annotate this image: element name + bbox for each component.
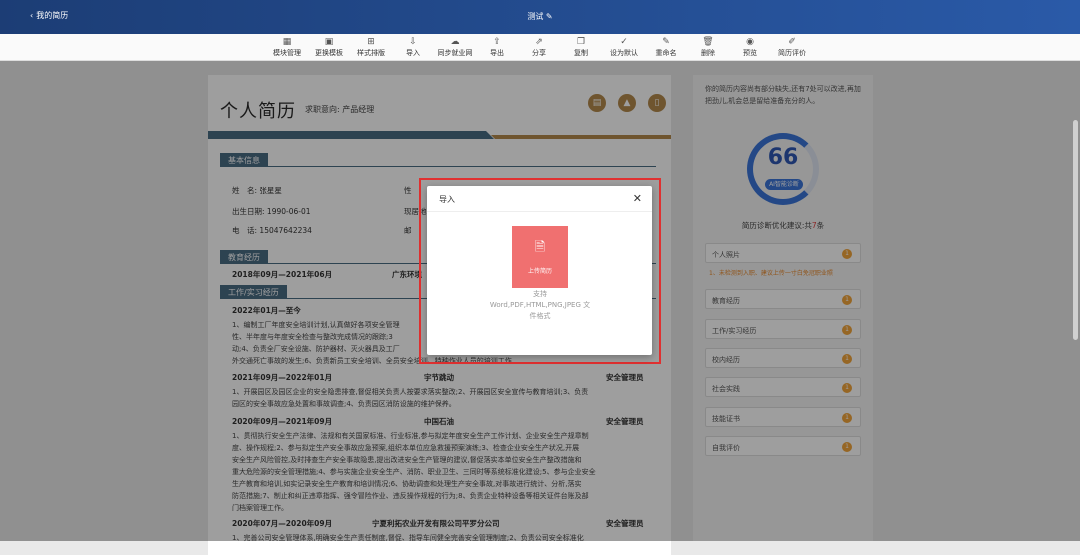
- toolbar-style-layout-button[interactable]: ⊞ 样式排版: [351, 37, 391, 58]
- toolbar-label: 同步就业网: [437, 49, 473, 57]
- toolbar-label: 更换模板: [315, 49, 343, 57]
- rename-icon: ✎: [662, 37, 670, 47]
- toolbar-import-button[interactable]: ⇩ 导入: [393, 37, 433, 58]
- edit-icon: ✐: [788, 37, 796, 47]
- toolbar-set-default-button[interactable]: ✓ 设为默认: [604, 37, 644, 58]
- supported-formats: 支持 Word,PDF,HTML,PNG,JPEG 文 件格式: [469, 289, 611, 322]
- close-icon[interactable]: ✕: [633, 192, 642, 205]
- delete-icon: 🗑: [702, 37, 714, 47]
- share-icon: ⇗: [535, 37, 543, 47]
- formats-line: 支持: [533, 290, 547, 298]
- upload-resume-button[interactable]: 🗎 上传简历: [512, 226, 568, 288]
- export-icon: ⇪: [493, 37, 501, 47]
- toolbar-label: 分享: [532, 49, 546, 57]
- toolbar-label: 导出: [490, 49, 504, 57]
- toolbar-label: 预览: [743, 49, 757, 57]
- layout-icon: ⊞: [367, 37, 375, 47]
- toolbar-label: 模块管理: [273, 49, 301, 57]
- resume-title: 测试: [527, 12, 544, 21]
- toolbar-module-manage-button[interactable]: ▦ 模块管理: [267, 37, 307, 58]
- dialog-divider: [427, 211, 652, 212]
- import-dialog: 导入 ✕ 🗎 上传简历 支持 Word,PDF,HTML,PNG,JPEG 文 …: [427, 186, 652, 355]
- toolbar-change-template-button[interactable]: ▣ 更换模板: [309, 37, 349, 58]
- toolbar-copy-button[interactable]: ❐ 复制: [561, 37, 601, 58]
- toolbar-label: 样式排版: [357, 49, 385, 57]
- dialog-title: 导入: [439, 195, 455, 204]
- toolbar-delete-button[interactable]: 🗑 删除: [688, 37, 728, 58]
- toolbar-evaluate-button[interactable]: ✐ 简历评价: [772, 37, 812, 58]
- toolbar-label: 删除: [701, 49, 715, 57]
- toolbar-label: 重命名: [655, 49, 677, 57]
- formats-line: 件格式: [529, 312, 551, 320]
- edit-title-icon[interactable]: ✎: [546, 12, 553, 21]
- grid-icon: ▦: [282, 37, 292, 47]
- toolbar: ▦ 模块管理 ▣ 更换模板 ⊞ 样式排版 ⇩ 导入 ☁ 同步就业网 ⇪ 导出 ⇗ 分享 ❐ 复制…: [0, 34, 1080, 61]
- check-icon: ✓: [620, 37, 628, 47]
- page-scrollbar[interactable]: [1073, 120, 1078, 340]
- toolbar-export-button[interactable]: ⇪ 导出: [477, 37, 517, 58]
- cloud-sync-icon: ☁: [450, 37, 460, 47]
- upload-label: 上传简历: [527, 268, 552, 275]
- template-icon: ▣: [324, 37, 334, 47]
- pdf-file-icon: 🗎: [534, 240, 546, 255]
- import-icon: ⇩: [409, 37, 417, 47]
- toolbar-label: 导入: [406, 49, 420, 57]
- toolbar-label: 复制: [574, 49, 588, 57]
- formats-line: Word,PDF,HTML,PNG,JPEG 文: [489, 301, 591, 309]
- toolbar-rename-button[interactable]: ✎ 重命名: [646, 37, 686, 58]
- toolbar-label: 设为默认: [610, 49, 638, 57]
- copy-icon: ❐: [576, 37, 586, 47]
- toolbar-preview-button[interactable]: ◉ 预览: [730, 37, 770, 58]
- page-title: 测试 ✎: [0, 11, 1080, 22]
- toolbar-sync-button[interactable]: ☁ 同步就业网: [435, 37, 475, 58]
- eye-icon: ◉: [746, 37, 754, 47]
- top-bar: ‹ 我的简历 测试 ✎: [0, 0, 1080, 34]
- toolbar-share-button[interactable]: ⇗ 分享: [519, 37, 559, 58]
- toolbar-label: 简历评价: [778, 49, 806, 57]
